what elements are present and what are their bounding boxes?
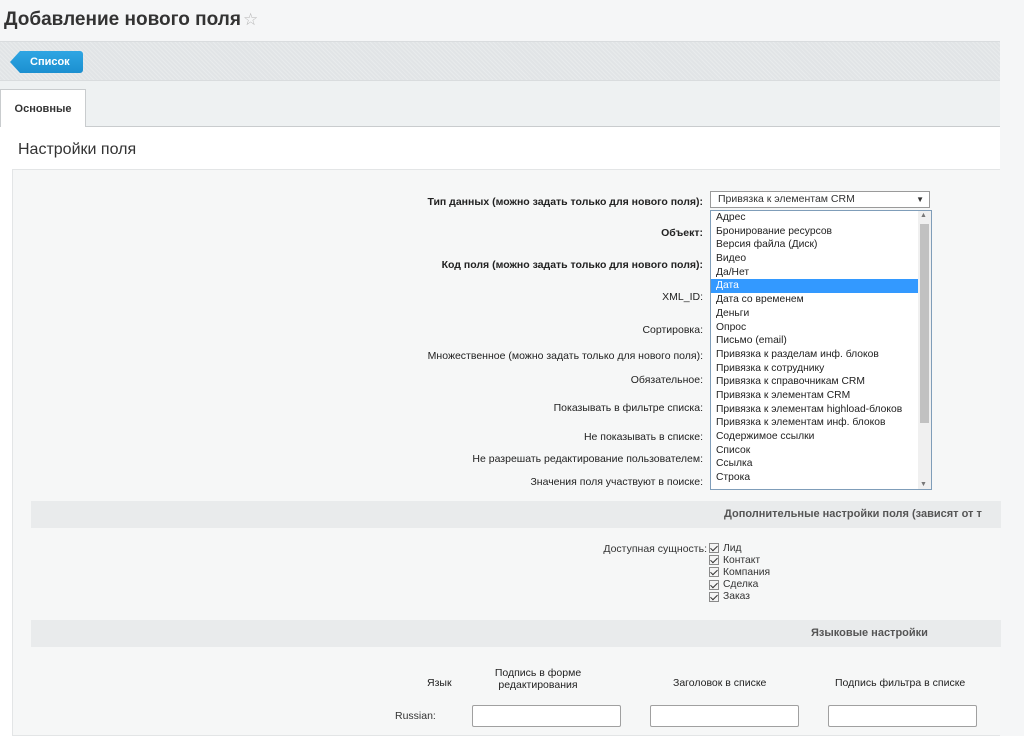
scroll-up-icon[interactable]: ▲ [920,212,927,219]
dropdown-option[interactable]: Дата [711,279,918,294]
entity-checkbox-label: Заказ [723,591,751,603]
entity-checkboxes: Лид Контакт Компания Сделка Заказ [709,542,770,603]
content-area: Настройки поля Тип данных (можно задать … [0,127,1001,736]
chevron-down-icon: ▼ [916,195,924,204]
tabs-bar: Основные [0,81,1000,128]
language-settings-title: Языковые настройки [811,627,928,639]
search-label: Значения поля участвуют в поиске: [530,476,703,488]
entity-checkbox-label: Контакт [723,554,761,566]
list-header-input[interactable] [650,705,799,727]
data-type-dropdown[interactable]: Адрес Бронирование ресурсов Версия файла (… [710,210,932,490]
entity-checkbox-row[interactable]: Лид [709,542,770,554]
data-type-select-value: Привязка к элементам CRM [718,193,855,205]
dropdown-option[interactable]: Опрос [711,321,918,335]
field-code-label: Код поля (можно задать только для нового… [441,259,703,271]
checkbox[interactable] [709,591,719,602]
show-filter-label: Показывать в фильтре списка: [553,402,703,414]
star-icon[interactable]: ☆ [243,10,258,30]
dropdown-option[interactable]: Привязка к разделам инф. блоков [711,348,918,362]
multiple-label: Множественное (можно задать только для н… [427,350,703,362]
dropdown-option[interactable]: Письмо (email) [711,334,918,348]
dropdown-option[interactable]: Привязка к элементам инф. блоков [711,416,918,430]
entity-checkbox-row[interactable]: Заказ [709,591,770,603]
dropdown-option[interactable]: Привязка к элементам CRM [711,389,918,403]
dropdown-options: Адрес Бронирование ресурсов Версия файла (… [711,211,918,485]
sort-label: Сортировка: [642,324,703,336]
checkbox[interactable] [709,543,719,554]
dropdown-option[interactable]: Список [711,444,918,458]
dropdown-option[interactable]: Деньги [711,307,918,321]
entity-checkbox-row[interactable]: Компания [709,566,770,578]
lang-row-label: Russian: [395,710,436,722]
dropdown-option[interactable]: Видео [711,252,918,266]
xml-id-label: XML_ID: [662,291,703,303]
entity-checkbox-row[interactable]: Контакт [709,554,770,566]
dropdown-option[interactable]: Ссылка [711,457,918,471]
tab-main[interactable]: Основные [0,89,86,128]
entity-checkbox-label: Компания [723,566,771,578]
dropdown-option[interactable]: Версия файла (Диск) [711,238,918,252]
list-button[interactable]: Список [10,51,83,73]
form-panel: Тип данных (можно задать только для ново… [12,169,1001,736]
scroll-down-icon[interactable]: ▼ [920,481,927,488]
dropdown-option[interactable]: Да/Нет [711,266,918,280]
dropdown-option[interactable]: Содержимое ссылки [711,430,918,444]
data-type-select[interactable]: Привязка к элементам CRM ▼ [710,191,930,208]
entity-checkbox-label: Лид [723,542,742,554]
section-title: Настройки поля [18,141,137,158]
edit-form-label-input[interactable] [472,705,621,727]
dropdown-option[interactable]: Бронирование ресурсов [711,225,918,239]
dropdown-option[interactable]: Адрес [711,211,918,225]
col-lang-header: Язык [427,677,452,689]
page-title: Добавление нового поля [4,9,241,30]
language-settings-header: Языковые настройки [31,620,1001,647]
checkbox[interactable] [709,579,719,590]
filter-label-input[interactable] [828,705,977,727]
dropdown-option[interactable]: Привязка к справочникам CRM [711,375,918,389]
object-label: Объект: [661,227,703,239]
data-type-label: Тип данных (можно задать только для ново… [427,196,703,208]
dropdown-option[interactable]: Дата со временем [711,293,918,307]
dropdown-scrollbar[interactable]: ▲ ▼ [918,211,931,489]
checkbox[interactable] [709,555,719,566]
required-label: Обязательное: [630,374,703,386]
extra-settings-header: Дополнительные настройки поля (зависят о… [31,501,1001,528]
col-list-header: Заголовок в списке [673,677,767,689]
col-filter-header: Подпись фильтра в списке [835,677,966,689]
checkbox[interactable] [709,567,719,578]
dropdown-option[interactable]: Строка [711,471,918,485]
entity-checkbox-label: Сделка [723,579,759,591]
extra-settings-title: Дополнительные настройки поля (зависят о… [724,508,982,520]
hide-list-label: Не показывать в списке: [583,431,703,443]
no-edit-label: Не разрешать редактирование пользователе… [472,453,703,465]
dropdown-option[interactable]: Привязка к сотруднику [711,362,918,376]
col-edit-form-header: Подпись в форме редактирования [494,667,582,691]
scrollbar-thumb[interactable] [920,224,929,423]
toolbar: Список [0,41,1000,81]
dropdown-option[interactable]: Привязка к элементам highload-блоков [711,403,918,417]
title-bar: Добавление нового поля ☆ [0,0,1024,40]
entity-label: Доступная сущность: [603,543,707,555]
entity-checkbox-row[interactable]: Сделка [709,579,770,591]
